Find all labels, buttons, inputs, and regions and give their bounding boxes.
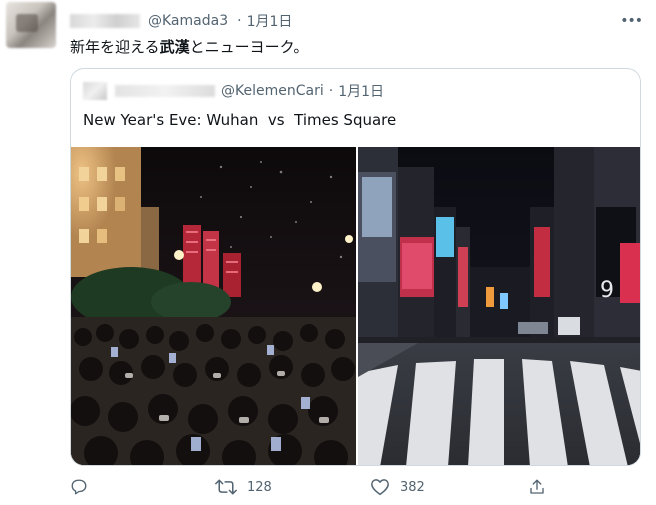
tweet-text: 新年を迎える武漢とニューヨーク。: [70, 36, 308, 57]
wuhan-photo-illustration: [71, 147, 356, 465]
header-separator: ·: [237, 13, 242, 29]
like-count: 382: [400, 479, 425, 495]
times-square-photo[interactable]: 9: [358, 147, 640, 465]
tweet-text-bold: 武漢: [159, 38, 190, 56]
retweet-icon: [215, 479, 237, 495]
like-icon: [371, 479, 389, 496]
reply-button[interactable]: [70, 478, 88, 496]
tweet-text-prefix: 新年を迎える: [70, 38, 160, 56]
quoted-user-handle: @KelemenCari: [221, 83, 324, 99]
tweet-text-suffix: とニューヨーク。: [189, 38, 309, 56]
blurred-display-name[interactable]: [70, 14, 140, 28]
quoted-blurred-name: [115, 85, 215, 97]
like-button[interactable]: 382: [370, 478, 425, 496]
quoted-header-separator: ·: [328, 83, 334, 99]
reply-icon: [71, 479, 87, 495]
tweet[interactable]: @Kamada3 · 1月1日 ••• 新年を迎える武漢とニューヨーク。 @Ke…: [0, 0, 656, 505]
wuhan-crowd-photo[interactable]: [71, 147, 356, 465]
more-options-icon[interactable]: •••: [620, 13, 643, 29]
share-button[interactable]: [528, 478, 546, 496]
action-bar: 128 382: [70, 478, 560, 502]
retweet-button[interactable]: 128: [215, 478, 272, 496]
quoted-tweet-header: @KelemenCari · 1月1日: [83, 81, 384, 101]
times-square-illustration: 9: [358, 147, 640, 465]
tweet-header: @Kamada3 · 1月1日: [70, 10, 292, 32]
svg-text:9: 9: [600, 278, 614, 303]
media-grid: 9: [71, 147, 640, 465]
quoted-avatar: [83, 82, 107, 100]
retweet-count: 128: [247, 479, 272, 495]
avatar[interactable]: [6, 2, 56, 48]
user-handle[interactable]: @Kamada3: [148, 13, 228, 29]
tweet-date[interactable]: 1月1日: [247, 11, 293, 31]
quoted-tweet[interactable]: @KelemenCari · 1月1日 New Year's Eve: Wuha…: [70, 68, 641, 466]
quoted-tweet-text: New Year's Eve: Wuhan vs Times Square: [83, 111, 397, 129]
share-icon: [530, 479, 544, 494]
quoted-tweet-date: 1月1日: [338, 84, 385, 100]
